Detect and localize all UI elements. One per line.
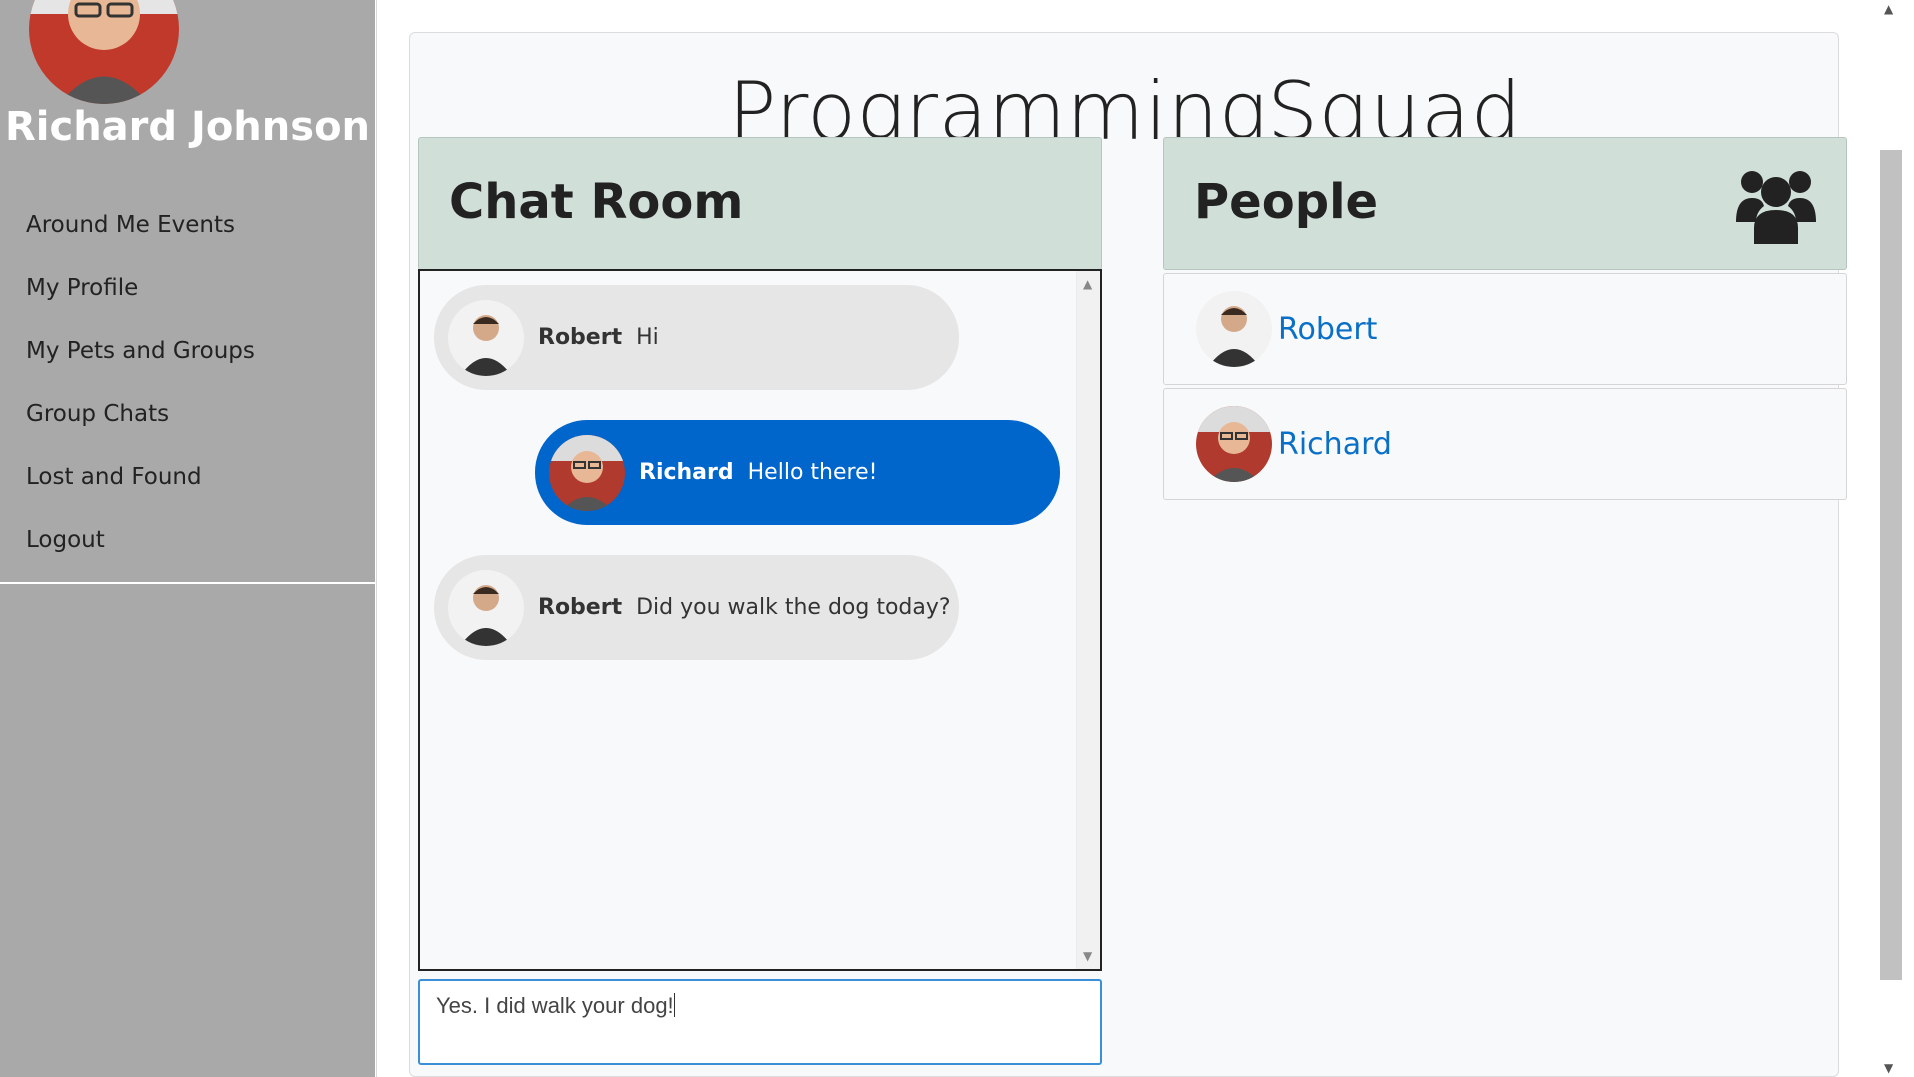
nav-my-pets-and-groups[interactable]: My Pets and Groups: [0, 326, 375, 389]
message-sender: Richard: [639, 460, 734, 485]
nav-logout[interactable]: Logout: [0, 515, 375, 578]
person-name-link[interactable]: Richard: [1278, 427, 1392, 462]
robert-avatar: [1196, 291, 1272, 367]
chat-message-input[interactable]: Yes. I did walk your dog!: [418, 979, 1102, 1065]
chat-message: Robert Did you walk the dog today?: [434, 555, 959, 660]
main-card: ProgrammingSquad Chat Room People Robert…: [409, 32, 1847, 1077]
scroll-up-icon[interactable]: ▲: [1083, 277, 1092, 291]
message-sender: Robert: [538, 325, 623, 350]
scroll-up-icon[interactable]: ▲: [1884, 2, 1893, 16]
people-header: People: [1163, 137, 1847, 270]
message-text: Hi: [636, 325, 659, 350]
chat-room-title: Chat Room: [449, 174, 744, 230]
chat-message: Robert Hi: [434, 285, 959, 390]
main-content: ProgrammingSquad Chat Room People Robert…: [376, 0, 1872, 1077]
user-avatar: [29, 0, 179, 104]
scroll-down-icon[interactable]: ▼: [1884, 1061, 1893, 1075]
nav-around-me-events[interactable]: Around Me Events: [0, 200, 375, 263]
chat-scrollbar[interactable]: ▲ ▼: [1076, 271, 1100, 969]
users-group-icon: [1736, 166, 1816, 244]
robert-avatar: [448, 569, 524, 646]
nav-group-chats[interactable]: Group Chats: [0, 389, 375, 452]
nav-lost-and-found[interactable]: Lost and Found: [0, 452, 375, 515]
message-text: Hello there!: [747, 460, 878, 485]
people-title: People: [1194, 174, 1379, 230]
message-sender: Robert: [538, 595, 623, 620]
richard-avatar: [549, 434, 625, 511]
chat-message: Richard Hello there!: [535, 420, 1060, 525]
page-scrollbar[interactable]: ▲ ▼: [1872, 0, 1914, 1077]
text-caret: [673, 993, 675, 1017]
user-name: Richard Johnson: [4, 104, 371, 150]
scroll-thumb[interactable]: [1880, 150, 1902, 980]
message-text: Did you walk the dog today?: [636, 595, 951, 620]
person-item-richard[interactable]: Richard: [1163, 388, 1847, 500]
sidebar: Richard Johnson Around Me Events My Prof…: [0, 0, 375, 1077]
robert-avatar: [448, 299, 524, 376]
scroll-down-icon[interactable]: ▼: [1083, 949, 1092, 963]
richard-avatar: [1196, 406, 1272, 482]
chat-messages[interactable]: Robert Hi Richard Hello there! Robert Di…: [418, 269, 1102, 971]
chat-input-value: Yes. I did walk your dog!: [436, 993, 674, 1018]
person-item-robert[interactable]: Robert: [1163, 273, 1847, 385]
chat-room-header: Chat Room: [418, 137, 1102, 270]
sidebar-nav: Around Me Events My Profile My Pets and …: [0, 200, 375, 584]
nav-my-profile[interactable]: My Profile: [0, 263, 375, 326]
person-name-link[interactable]: Robert: [1278, 312, 1377, 347]
